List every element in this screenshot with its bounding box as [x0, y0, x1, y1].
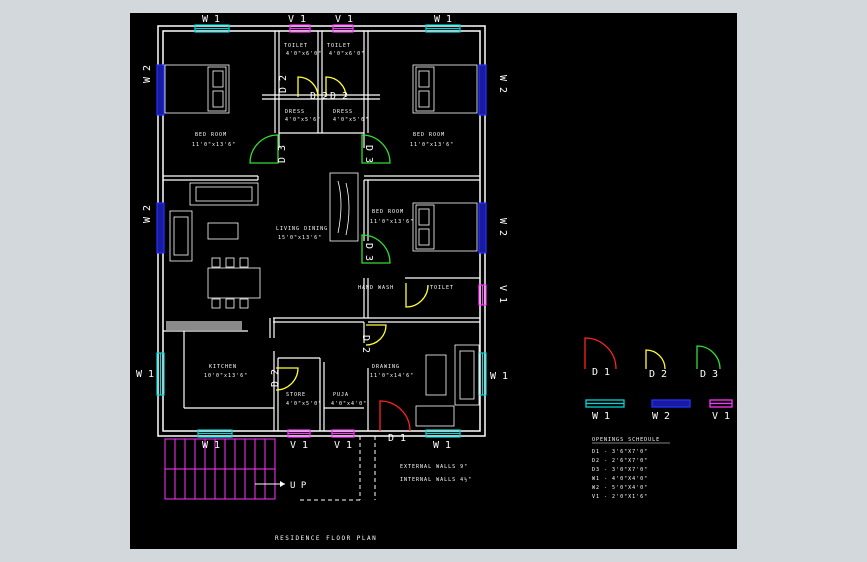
mark-v1: V 1 — [290, 440, 308, 451]
window-w2 — [156, 64, 165, 116]
mark-d2: D 2 — [270, 369, 281, 387]
room-size-living-dining: 15'0"x13'6" — [278, 235, 322, 241]
mark-d3: D 3 — [277, 145, 288, 163]
stair-up-label: U P — [290, 481, 307, 491]
door-d2 — [405, 283, 429, 308]
schedule-title: OPENINGS SCHEDULE — [592, 437, 660, 443]
room-name-living-dining: LIVING DINING — [276, 226, 328, 232]
sofa-icon — [169, 182, 259, 262]
mark-d2: D 2 — [330, 91, 348, 102]
room-name-kitchen: KITCHEN — [209, 364, 237, 370]
mark-w2: W 2 — [497, 218, 508, 236]
door-d3 — [249, 134, 279, 164]
legend-d3-label: D 3 — [700, 369, 718, 380]
schedule-row: D3 - 3'0"X7'0" — [592, 467, 648, 473]
plan-title: RESIDENCE FLOOR PLAN — [275, 535, 377, 542]
mark-w2: W 2 — [142, 205, 153, 223]
schedule-row: V1 - 2'0"X1'6" — [592, 494, 648, 500]
staircase: U P — [164, 438, 307, 500]
schedule-row: D2 - 2'6"X7'0" — [592, 458, 648, 464]
floor-plan: U P W 1 W 1 V 1 V 1 W 1 W 1 V 1 V 1 W 1 … — [136, 14, 733, 542]
room-name-bedroom: BED ROOM — [372, 209, 404, 215]
room-size-bedroom: 11'0"x13'6" — [370, 219, 414, 225]
mark-v1: V 1 — [334, 440, 352, 451]
room-name-toilet: TOILET — [430, 285, 454, 291]
room-name-puja: PUJA — [333, 392, 349, 398]
mark-v1: V 1 — [335, 14, 353, 25]
schedule-row: W2 - 5'0"X4'0" — [592, 485, 648, 491]
openings-schedule: OPENINGS SCHEDULE D1 - 3'6"X7'0" D2 - 2'… — [592, 437, 670, 500]
mark-w1: W 1 — [202, 440, 220, 451]
mark-w1: W 1 — [202, 14, 220, 25]
legend-window-w2-icon — [651, 399, 691, 408]
drawing-canvas: U P W 1 W 1 V 1 V 1 W 1 W 1 V 1 V 1 W 1 … — [130, 13, 737, 549]
mark-d2: D 2 — [360, 335, 371, 353]
legend-d1-label: D 1 — [592, 367, 610, 378]
room-name-bedroom: BED ROOM — [413, 132, 445, 138]
window-w2 — [156, 202, 165, 254]
room-name-dress: DRESS — [333, 109, 353, 115]
room-size-toilet: 4'0"x6'0" — [329, 51, 365, 57]
note-external-walls: EXTERNAL WALLS 9" — [400, 464, 468, 470]
mark-w1: W 1 — [136, 369, 154, 380]
legend-w2-label: W 2 — [652, 411, 670, 422]
mark-w2: W 2 — [497, 75, 508, 93]
kitchen-counter — [166, 321, 242, 330]
room-name-dress: DRESS — [285, 109, 305, 115]
mark-d1: D 1 — [388, 433, 406, 444]
room-size-drawing: 11'0"x14'6" — [370, 373, 414, 379]
window-w2 — [478, 64, 487, 116]
mark-v1: V 1 — [288, 14, 306, 25]
room-size-dress: 4'0"x5'6" — [285, 117, 321, 123]
mark-w2: W 2 — [142, 65, 153, 83]
mark-v1: V 1 — [497, 285, 508, 303]
room-size-bedroom: 11'0"x13'6" — [410, 142, 454, 148]
mark-w1: W 1 — [433, 440, 451, 451]
window-w2 — [478, 202, 487, 254]
legend-door-d1-icon — [584, 337, 617, 370]
mark-d2: D 2 — [310, 91, 328, 102]
legend-symbol-labels: D 1 D 2 D 3 W 1 W 2 V 1 — [592, 367, 730, 422]
room-name-toilet: TOILET — [284, 43, 308, 49]
room-size-dress: 4'0"x5'6" — [333, 117, 369, 123]
room-name-store: STORE — [286, 392, 306, 398]
legend-door-d2-icon — [645, 349, 666, 370]
room-size-kitchen: 10'0"x13'6" — [204, 373, 248, 379]
wardrobe-icon — [329, 172, 359, 242]
room-size-toilet: 4'0"x6'0" — [286, 51, 322, 57]
schedule-row: W1 - 4'0"X4'0" — [592, 476, 648, 482]
door-d1 — [379, 400, 411, 432]
room-size-bedroom: 11'0"x13'6" — [192, 142, 236, 148]
mark-w1: W 1 — [434, 14, 452, 25]
legend-v1-label: V 1 — [712, 411, 730, 422]
room-name-drawing: DRAWING — [372, 364, 400, 370]
mark-d3: D 3 — [363, 243, 374, 261]
drawing-sofa-icon — [415, 344, 480, 427]
schedule-row: D1 - 3'6"X7'0" — [592, 449, 648, 455]
legend-w1-label: W 1 — [592, 411, 610, 422]
bed-icon — [412, 64, 478, 114]
bed-icon — [164, 64, 230, 114]
mark-d3: D 3 — [363, 145, 374, 163]
mark-w1: W 1 — [490, 371, 508, 382]
mark-d2: D 2 — [278, 75, 289, 93]
legend-d2-label: D 2 — [649, 369, 667, 380]
room-name-hand-wash: HAND WASH — [358, 285, 394, 291]
legend-door-d3-icon — [696, 345, 721, 370]
dining-table-icon — [207, 257, 261, 309]
note-internal-walls: INTERNAL WALLS 4½" — [400, 476, 472, 483]
bed-icon — [412, 202, 478, 252]
room-size-puja: 4'0"x4'0" — [331, 401, 367, 407]
room-size-store: 4'0"x5'0" — [286, 401, 322, 407]
up-arrow-head-icon — [280, 481, 285, 487]
room-name-bedroom: BED ROOM — [195, 132, 227, 138]
room-name-toilet: TOILET — [327, 43, 351, 49]
